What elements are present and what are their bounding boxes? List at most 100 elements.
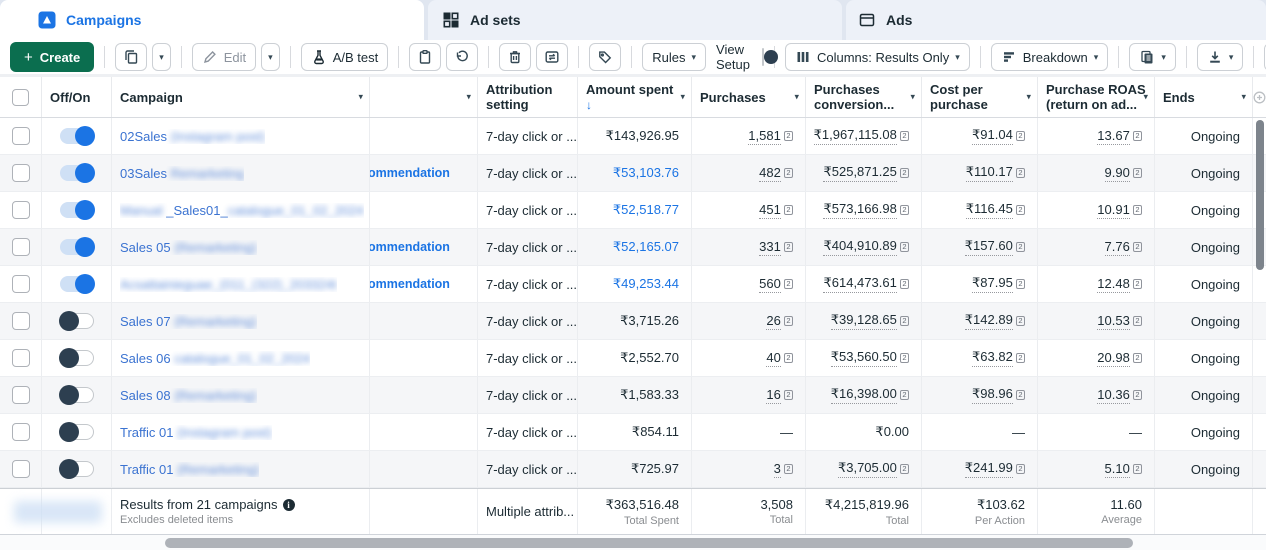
undo-button[interactable] (446, 43, 478, 71)
chevron-down-icon[interactable]: ▾ (358, 90, 363, 105)
reports-button[interactable]: ▾ (1129, 43, 1176, 71)
header-amount-spent[interactable]: Amount spent ↓ ▾ (578, 77, 692, 117)
campaign-toggle[interactable] (60, 387, 94, 403)
row-checkbox[interactable] (12, 423, 30, 441)
row-checkbox[interactable] (12, 201, 30, 219)
duplicate-button[interactable] (115, 43, 147, 71)
header-cost-per-purchase[interactable]: Cost perpurchase ▾ (922, 77, 1038, 117)
columns-button[interactable]: Columns: Results Only ▾ (785, 43, 970, 71)
campaign-toggle[interactable] (60, 165, 94, 181)
tab-campaigns[interactable]: Campaigns (0, 0, 424, 40)
campaign-toggle[interactable] (60, 239, 94, 255)
row-checkbox[interactable] (12, 460, 30, 478)
select-all-checkbox[interactable] (12, 89, 29, 106)
tab-ads-label: Ads (886, 12, 912, 28)
row-checkbox[interactable] (12, 238, 30, 256)
row-checkbox[interactable] (12, 164, 30, 182)
row-checkbox[interactable] (12, 127, 30, 145)
header-attribution-setting[interactable]: Attribution setting (478, 77, 578, 117)
toolbar-divider (1253, 46, 1254, 68)
tag-icon (597, 49, 613, 65)
edit-button[interactable]: Edit (192, 43, 256, 71)
chevron-down-icon[interactable]: ▾ (680, 90, 685, 105)
clipboard-button[interactable] (409, 43, 441, 71)
metric-value: ₹91.04 (972, 127, 1013, 145)
horizontal-scrollbar-track[interactable] (0, 535, 1266, 550)
purchase-roas-cell: 10.912 (1038, 192, 1155, 228)
export-button[interactable]: ▾ (1197, 43, 1244, 71)
campaign-toggle[interactable] (60, 128, 94, 144)
ends-cell: Ongoing (1155, 192, 1253, 228)
row-checkbox[interactable] (12, 386, 30, 404)
recommendation-link[interactable]: ommendation (370, 240, 450, 254)
cost-per-purchase-cell: ₹110.172 (922, 155, 1038, 191)
rules-button[interactable]: Rules ▾ (642, 43, 706, 71)
chevron-down-icon[interactable]: ▾ (1241, 90, 1246, 105)
header-ends[interactable]: Ends ▾ (1155, 77, 1253, 117)
campaign-toggle[interactable] (60, 461, 94, 477)
campaign-toggle[interactable] (60, 202, 94, 218)
chevron-down-icon[interactable]: ▾ (794, 90, 799, 105)
chevron-down-icon[interactable]: ▾ (1026, 90, 1031, 105)
metric-value: 331 (759, 239, 781, 256)
table-row: Traffic 01 (Remarketing) 7-day click or … (0, 451, 1266, 488)
tab-ads[interactable]: Ads (846, 0, 1266, 40)
footer-amount-spent-cell: ₹363,516.48Total Spent (578, 489, 692, 534)
campaign-name-link[interactable]: 03Sales Remarketing (120, 166, 244, 181)
tab-adsets[interactable]: Ad sets (428, 0, 842, 40)
purchase-roas-cell: 13.672 (1038, 118, 1155, 154)
breakdown-button[interactable]: Breakdown ▾ (991, 43, 1109, 71)
duplicate-menu-button[interactable]: ▾ (152, 43, 171, 71)
campaign-name-link[interactable]: Acsattainieguae_(011_(322)_203324t (120, 277, 337, 292)
campaign-name-link[interactable]: Sales 08 (Remarketing) (120, 388, 257, 403)
vertical-scrollbar-thumb[interactable] (1256, 120, 1264, 270)
edit-menu-button[interactable]: ▾ (261, 43, 280, 71)
row-checkbox[interactable] (12, 349, 30, 367)
amount-spent-cell: ₹143,926.95 (578, 118, 692, 154)
chevron-down-icon[interactable]: ▾ (466, 90, 471, 105)
campaign-name-link[interactable]: Sales 07 (Remarketing) (120, 314, 257, 329)
add-column-icon[interactable] (1253, 91, 1266, 104)
campaign-toggle[interactable] (60, 424, 94, 440)
tag-button[interactable] (589, 43, 621, 71)
header-purchases[interactable]: Purchases ▾ (692, 77, 806, 117)
toolbar-divider (631, 46, 632, 68)
create-button[interactable]: + Create (10, 42, 94, 72)
adsets-grid-icon (442, 11, 460, 29)
metric-value: ₹404,910.89 (823, 238, 896, 256)
campaign-name-link[interactable]: 02Sales (Instagram post) (120, 129, 265, 144)
header-redacted-column[interactable]: ▾ (370, 77, 478, 117)
metric-value: ₹98.96 (972, 386, 1013, 404)
table-header-row: Off/On Campaign ▾ ▾ Attribution setting … (0, 77, 1266, 118)
view-setup-toggle[interactable] (762, 48, 764, 66)
row-checkbox[interactable] (12, 312, 30, 330)
recommendation-link[interactable]: ommendation (370, 277, 450, 291)
assets-swap-button[interactable] (536, 43, 568, 71)
campaign-toggle[interactable] (60, 350, 94, 366)
campaign-name-link[interactable]: Traffic 01 (Remarketing) (120, 462, 259, 477)
info-icon[interactable]: i (283, 499, 295, 511)
campaign-name-link[interactable]: Sales 06 catalogue_01_02_2024 (120, 351, 310, 366)
header-purchases-conversion[interactable]: Purchasesconversion... ▾ (806, 77, 922, 117)
chevron-down-icon[interactable]: ▾ (910, 90, 915, 105)
header-purchase-roas[interactable]: Purchase ROAS(return on ad... ▾ (1038, 77, 1155, 117)
recommendation-link[interactable]: ommendation (370, 166, 450, 180)
campaign-toggle[interactable] (60, 313, 94, 329)
campaign-name-link[interactable]: Traffic 01 (Instagram post) (120, 425, 272, 440)
ab-test-button[interactable]: A/B test (301, 43, 389, 71)
campaign-toggle[interactable] (60, 276, 94, 292)
delete-button[interactable] (499, 43, 531, 71)
row-checkbox[interactable] (12, 275, 30, 293)
toggle-knob (75, 126, 95, 146)
campaign-name-link[interactable]: Manual _Sales01_catalogue_01_02_2024 (120, 203, 364, 218)
purchase-roas-cell: — (1038, 414, 1155, 450)
horizontal-scrollbar-thumb[interactable] (165, 538, 1133, 548)
toggle-knob (59, 422, 79, 442)
header-off-on[interactable]: Off/On (42, 77, 112, 117)
ends-cell: Ongoing (1155, 377, 1253, 413)
attribution-setting-cell: 7-day click or ... (478, 229, 578, 265)
campaign-name-link[interactable]: Sales 05 (Remarketing) (120, 240, 257, 255)
header-campaign[interactable]: Campaign ▾ (112, 77, 370, 117)
sort-descending-icon[interactable]: ↓ (586, 98, 592, 112)
chevron-down-icon[interactable]: ▾ (1143, 90, 1148, 105)
